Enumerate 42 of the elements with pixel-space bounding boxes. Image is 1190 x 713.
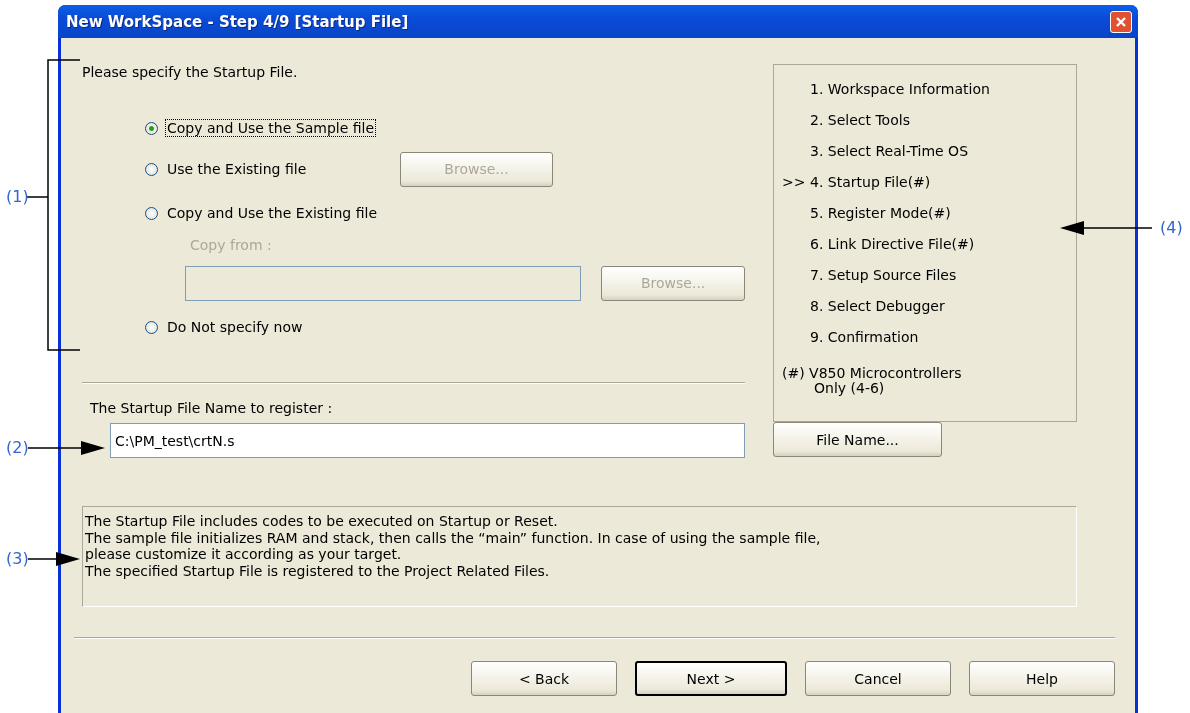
prompt-text: Please specify the Startup File. [82, 64, 299, 80]
step-label: 6. Link Directive File(#) [810, 236, 975, 252]
description-line: The Startup File includes codes to be executed on Startup or Reset. [85, 513, 559, 530]
dialog-button[interactable]: Next > [635, 661, 787, 696]
window-title: New WorkSpace - Step 4/9 [Startup File] [66, 12, 409, 31]
file-name-label: The Startup File Name to register : [89, 400, 334, 416]
close-icon [1115, 15, 1127, 28]
callout-label: (4) [1160, 218, 1183, 237]
radio-label[interactable]: Copy and Use the Existing file [166, 205, 378, 221]
file-name-field[interactable]: C:\PM_test\crtN.s [110, 423, 745, 458]
radio-button[interactable] [145, 121, 158, 135]
radio-label[interactable]: Do Not specify now [166, 319, 304, 335]
current-step-marker: >> [782, 174, 807, 191]
dialog-button[interactable]: Help [969, 661, 1115, 696]
step-label: 9. Confirmation [810, 329, 919, 345]
callout-label: (3) [6, 549, 29, 568]
copy-from-field[interactable] [185, 265, 582, 301]
footnote-text: (#) V850 Microcontrollers [782, 366, 963, 381]
step-label: 1. Workspace Information [810, 81, 990, 97]
description-line: please customize it according as your target. [85, 546, 403, 563]
step-label: 5. Register Mode(#) [810, 205, 951, 221]
radio-label[interactable]: Use the Existing file [166, 161, 308, 177]
file-name-button[interactable]: File Name... [773, 422, 942, 457]
step-label: 3. Select Real-Time OS [810, 143, 968, 159]
dialog-button[interactable]: Cancel [805, 661, 951, 696]
copy-from-label: Copy from : [190, 237, 272, 253]
step-label: 2. Select Tools [810, 112, 910, 128]
arrow [27, 552, 80, 566]
callout-label: (2) [6, 438, 29, 457]
radio-button[interactable] [145, 320, 158, 334]
step-label: 7. Setup Source Files [810, 267, 957, 283]
step-label: 4. Startup File(#) [810, 174, 931, 190]
footnote-text: Only (4-6) [813, 381, 886, 396]
description-line: The sample file initializes RAM and stack, then calls the “main” function. In case of using the sample file, [85, 529, 822, 546]
callout-label: (1) [6, 187, 29, 206]
radio-button[interactable] [145, 206, 158, 220]
close-button[interactable] [1110, 10, 1132, 33]
radio-button[interactable] [145, 162, 158, 176]
description-line: The specified Startup File is registered to the Project Related Files. [85, 562, 551, 579]
step-label: 8. Select Debugger [810, 298, 945, 314]
dialog-button[interactable]: < Back [471, 661, 617, 696]
radio-label[interactable]: Copy and Use the Sample file [166, 120, 376, 136]
